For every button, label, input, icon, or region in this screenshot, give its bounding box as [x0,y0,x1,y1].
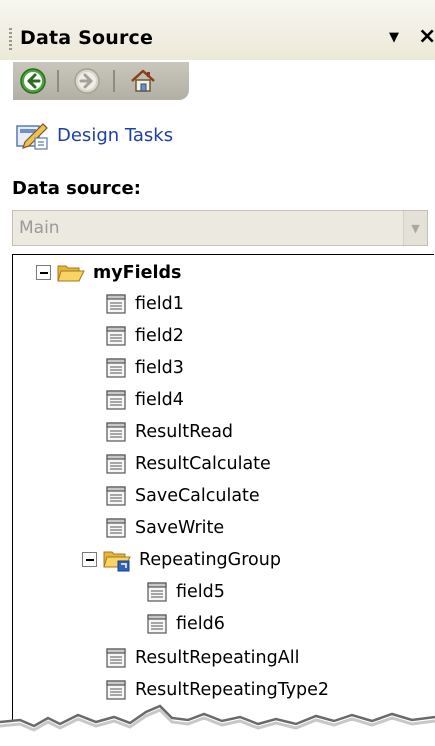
tree-node-field[interactable]: SaveWrite [105,513,224,543]
tree-node-field[interactable]: ResultRepeatingAll [105,643,299,673]
field-icon [106,358,126,378]
back-button[interactable] [18,66,48,96]
tree-node-field[interactable]: field2 [105,321,184,351]
field-icon [147,582,167,602]
tree-node-label: ResultRepeatingAll [135,648,300,668]
tree-node-field[interactable]: field4 [105,385,184,415]
field-icon [106,422,126,442]
navigation-bar [13,62,189,100]
tree-node-field[interactable]: field3 [105,353,184,383]
tree-node-label: field4 [135,390,184,410]
nav-separator [113,70,115,92]
home-icon [131,69,155,92]
tree-node-field[interactable]: field1 [105,289,184,319]
collapse-toggle-group[interactable] [82,552,97,567]
field-icon [106,518,126,538]
chevron-down-icon[interactable]: ▼ [403,211,427,245]
field-icon [106,680,126,700]
data-source-pane: Data Source ▼ × Design Tasks Data source… [0,0,435,746]
forward-arrow-icon [74,68,100,94]
tree-node-field[interactable]: field6 [146,609,225,639]
tree-node-group[interactable]: RepeatingGroup [103,545,281,575]
tree-node-label: field5 [176,582,225,602]
forward-button[interactable] [72,66,102,96]
pane-titlebar: Data Source ▼ × [0,0,435,60]
toolbar-grip[interactable] [9,28,12,52]
field-icon [106,486,126,506]
repeating-folder-icon [103,551,131,572]
collapse-toggle-root[interactable] [36,265,51,280]
close-button[interactable]: × [418,26,435,48]
pane-title: Data Source [20,27,154,49]
tree-node-label: ResultRepeatingType2 [135,680,330,700]
tree-node-label: field1 [135,294,184,314]
tree-node-label: field2 [135,326,184,346]
tree-node-field[interactable]: ResultCalculate [105,449,271,479]
field-icon [106,454,126,474]
design-tasks-icon [16,123,48,150]
tree-node-root[interactable]: myFields [57,258,181,288]
tree-node-label: ResultRead [135,422,234,442]
pane-menu-button[interactable]: ▼ [389,30,399,45]
data-source-label: Data source: [12,178,141,199]
tree-node-label: SaveWrite [135,518,225,538]
data-source-selected-value: Main [19,218,60,238]
tree-node-field[interactable]: SaveCalculate [105,481,260,511]
tree-node-label: field3 [135,358,184,378]
data-source-select[interactable]: Main ▼ [12,210,428,246]
field-icon [106,390,126,410]
tree-node-label: field6 [176,614,225,634]
nav-separator [57,70,59,92]
design-tasks-label[interactable]: Design Tasks [57,125,173,146]
tree-node-field[interactable]: field5 [146,577,225,607]
tree-node-label: ResultCalculate [135,454,271,474]
data-source-tree[interactable]: myFields field1 field2 field3 field4 Res… [12,254,434,724]
design-tasks-link[interactable]: Design Tasks [15,120,173,150]
tree-node-label: SaveCalculate [135,486,260,506]
back-arrow-icon [20,68,46,94]
tree-node-field[interactable]: ResultRead [105,417,233,447]
field-icon [106,648,126,668]
field-icon [106,294,126,314]
home-button[interactable] [128,66,158,96]
torn-edge [0,704,435,746]
tree-node-label: myFields [93,263,182,283]
open-folder-icon [57,265,85,282]
field-icon [147,614,167,634]
tree-node-label: RepeatingGroup [139,550,281,570]
field-icon [106,326,126,346]
